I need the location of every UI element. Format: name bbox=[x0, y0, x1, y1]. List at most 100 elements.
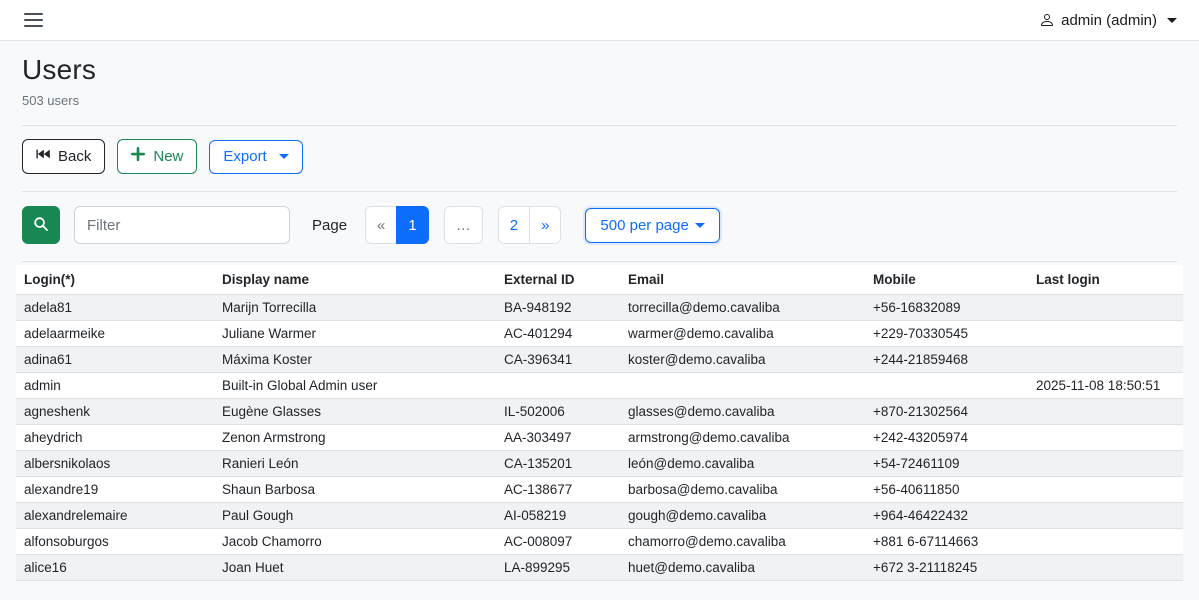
header-last-login: Last login bbox=[1028, 265, 1183, 295]
table-cell-last-login bbox=[1028, 399, 1183, 425]
table-row[interactable]: adela81 Marijn Torrecilla BA-948192 torr… bbox=[16, 295, 1183, 321]
table-cell-last-login: 2025-11-08 18:50:51 bbox=[1028, 373, 1183, 399]
top-navbar: admin (admin) bbox=[0, 0, 1199, 41]
table-cell-login: adela81 bbox=[16, 295, 214, 321]
table-cell-mobile: +56-40611850 bbox=[865, 477, 1028, 503]
page-title: Users bbox=[22, 54, 1177, 86]
table-cell-external-id: LA-899295 bbox=[496, 555, 620, 581]
pagination-prev[interactable]: « bbox=[365, 206, 397, 244]
table-cell-login: alexandre19 bbox=[16, 477, 214, 503]
table-cell-login: alfonsoburgos bbox=[16, 529, 214, 555]
table-header-row: Login(*) Display name External ID Email … bbox=[16, 265, 1183, 295]
table-cell-display-name: Joan Huet bbox=[214, 555, 496, 581]
table-cell-email: armstrong@demo.cavaliba bbox=[620, 425, 865, 451]
table-cell-last-login bbox=[1028, 529, 1183, 555]
table-cell-display-name: Paul Gough bbox=[214, 503, 496, 529]
table-cell-login: alice16 bbox=[16, 555, 214, 581]
back-button-label: Back bbox=[58, 148, 91, 166]
table-row[interactable]: adelaarmeike Juliane Warmer AC-401294 wa… bbox=[16, 321, 1183, 347]
person-icon bbox=[1039, 12, 1055, 28]
table-cell-email: koster@demo.cavaliba bbox=[620, 347, 865, 373]
per-page-dropdown[interactable]: 500 per page bbox=[585, 208, 719, 243]
table-cell-email: huet@demo.cavaliba bbox=[620, 555, 865, 581]
table-row[interactable]: admin Built-in Global Admin user 2025-11… bbox=[16, 373, 1183, 399]
table-cell-login: adina61 bbox=[16, 347, 214, 373]
filter-input[interactable] bbox=[74, 206, 290, 244]
table-cell-display-name: Eugène Glasses bbox=[214, 399, 496, 425]
table-cell-last-login bbox=[1028, 295, 1183, 321]
table-cell-email bbox=[620, 373, 865, 399]
table-body: adela81 Marijn Torrecilla BA-948192 torr… bbox=[16, 295, 1183, 581]
user-menu[interactable]: admin (admin) bbox=[1039, 12, 1177, 29]
table-cell-display-name: Marijn Torrecilla bbox=[214, 295, 496, 321]
pagination-page-2[interactable]: 2 bbox=[498, 206, 530, 244]
table-cell-mobile: +244-21859468 bbox=[865, 347, 1028, 373]
table-cell-last-login bbox=[1028, 477, 1183, 503]
table-cell-mobile: +229-70330545 bbox=[865, 321, 1028, 347]
table-cell-login: adelaarmeike bbox=[16, 321, 214, 347]
pagination: « 1 … 2 » bbox=[365, 206, 561, 244]
table-cell-email: chamorro@demo.cavaliba bbox=[620, 529, 865, 555]
table-cell-external-id bbox=[496, 373, 620, 399]
divider bbox=[22, 261, 1177, 262]
filter-row: Page « 1 … 2 » 500 per page bbox=[22, 206, 1177, 244]
table-cell-login: aheydrich bbox=[16, 425, 214, 451]
per-page-label: 500 per page bbox=[600, 217, 688, 234]
search-button[interactable] bbox=[22, 206, 60, 244]
table-cell-email: gough@demo.cavaliba bbox=[620, 503, 865, 529]
table-cell-login: admin bbox=[16, 373, 214, 399]
header-login: Login(*) bbox=[16, 265, 214, 295]
table-cell-display-name: Juliane Warmer bbox=[214, 321, 496, 347]
table-row[interactable]: aheydrich Zenon Armstrong AA-303497 arms… bbox=[16, 425, 1183, 451]
table-cell-external-id: CA-396341 bbox=[496, 347, 620, 373]
table-cell-display-name: Ranieri León bbox=[214, 451, 496, 477]
toolbar: Back New Export bbox=[22, 139, 1177, 174]
new-button[interactable]: New bbox=[117, 139, 197, 174]
table-cell-external-id: CA-135201 bbox=[496, 451, 620, 477]
export-button[interactable]: Export bbox=[209, 140, 302, 174]
table-row[interactable]: adina61 Máxima Koster CA-396341 koster@d… bbox=[16, 347, 1183, 373]
table-row[interactable]: alfonsoburgos Jacob Chamorro AC-008097 c… bbox=[16, 529, 1183, 555]
table-row[interactable]: alice16 Joan Huet LA-899295 huet@demo.ca… bbox=[16, 555, 1183, 581]
back-button[interactable]: Back bbox=[22, 139, 105, 174]
table-cell-external-id: AA-303497 bbox=[496, 425, 620, 451]
table-cell-login: albersnikolaos bbox=[16, 451, 214, 477]
search-icon bbox=[33, 216, 49, 235]
pagination-ellipsis[interactable]: … bbox=[444, 206, 483, 244]
table-cell-login: alexandrelemaire bbox=[16, 503, 214, 529]
table-cell-email: torrecilla@demo.cavaliba bbox=[620, 295, 865, 321]
table-cell-last-login bbox=[1028, 555, 1183, 581]
table-row[interactable]: alexandre19 Shaun Barbosa AC-138677 barb… bbox=[16, 477, 1183, 503]
caret-down-icon bbox=[695, 223, 705, 228]
divider bbox=[22, 191, 1177, 192]
user-count: 503 users bbox=[22, 93, 1177, 108]
new-button-label: New bbox=[153, 148, 183, 166]
table-cell-external-id: AC-401294 bbox=[496, 321, 620, 347]
table-cell-email: barbosa@demo.cavaliba bbox=[620, 477, 865, 503]
table-cell-mobile: +54-72461109 bbox=[865, 451, 1028, 477]
table-row[interactable]: alexandrelemaire Paul Gough AI-058219 go… bbox=[16, 503, 1183, 529]
table-cell-external-id: BA-948192 bbox=[496, 295, 620, 321]
pagination-next[interactable]: » bbox=[529, 206, 561, 244]
user-menu-label: admin (admin) bbox=[1061, 12, 1157, 29]
table-cell-external-id: AI-058219 bbox=[496, 503, 620, 529]
pagination-page-1[interactable]: 1 bbox=[396, 206, 428, 244]
table-cell-last-login bbox=[1028, 503, 1183, 529]
plus-icon bbox=[131, 147, 145, 166]
table-cell-last-login bbox=[1028, 321, 1183, 347]
divider bbox=[22, 125, 1177, 126]
table-cell-login: agneshenk bbox=[16, 399, 214, 425]
table-cell-mobile bbox=[865, 373, 1028, 399]
caret-down-icon bbox=[1167, 18, 1177, 23]
rewind-icon bbox=[36, 147, 50, 166]
header-mobile: Mobile bbox=[865, 265, 1028, 295]
table-cell-display-name: Jacob Chamorro bbox=[214, 529, 496, 555]
table-cell-last-login bbox=[1028, 451, 1183, 477]
hamburger-menu-icon[interactable] bbox=[22, 9, 45, 31]
table-row[interactable]: agneshenk Eugène Glasses IL-502006 glass… bbox=[16, 399, 1183, 425]
header-display-name: Display name bbox=[214, 265, 496, 295]
export-button-label: Export bbox=[223, 148, 266, 166]
table-row[interactable]: albersnikolaos Ranieri León CA-135201 le… bbox=[16, 451, 1183, 477]
header-email: Email bbox=[620, 265, 865, 295]
table-cell-mobile: +672 3-21118245 bbox=[865, 555, 1028, 581]
